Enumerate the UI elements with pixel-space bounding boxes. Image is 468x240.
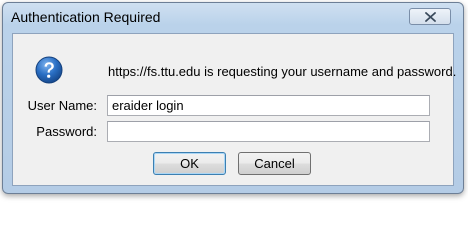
title-bar[interactable]: Authentication Required — [3, 3, 463, 31]
username-label: User Name: — [27, 98, 97, 113]
password-field[interactable] — [107, 121, 430, 142]
password-label: Password: — [36, 124, 97, 139]
question-icon — [35, 56, 63, 84]
auth-message: https://fs.ttu.edu is requesting your us… — [108, 64, 457, 79]
cancel-button[interactable]: Cancel — [238, 152, 311, 175]
window-title: Authentication Required — [11, 9, 161, 25]
close-icon — [425, 12, 436, 22]
auth-dialog-window: Authentication Required https://fs.ttu.e… — [2, 2, 464, 194]
dialog-body: https://fs.ttu.edu is requesting your us… — [12, 33, 457, 186]
ok-button[interactable]: OK — [153, 152, 226, 175]
close-button[interactable] — [409, 8, 451, 25]
username-field[interactable] — [107, 95, 430, 116]
